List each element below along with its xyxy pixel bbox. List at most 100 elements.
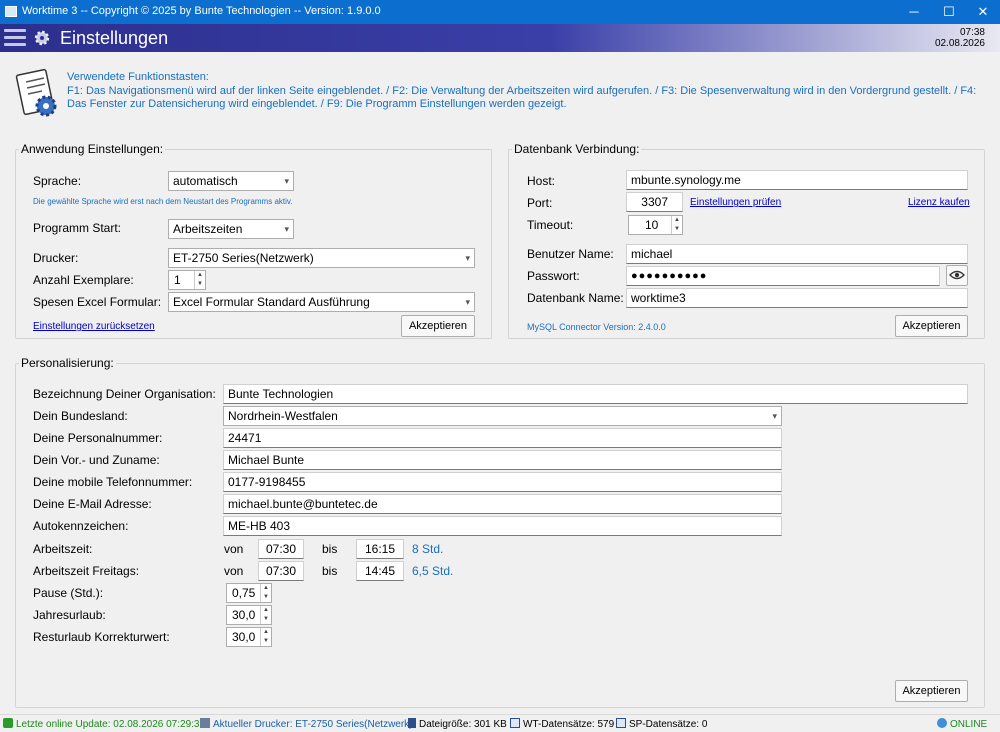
friday-to-label: bis — [322, 564, 338, 578]
window-titlebar[interactable]: Worktime 3 -- Copyright © 2025 by Bunte … — [0, 0, 1000, 24]
friday-hours: 6,5 Std. — [412, 564, 454, 578]
status-wt-records: WT-Datensätze: 579 — [510, 718, 614, 730]
buy-license-link[interactable]: Lizenz kaufen — [908, 197, 970, 208]
connector-version: MySQL Connector Version: 2.4.0.0 — [527, 322, 666, 332]
vacation-stepper[interactable]: 30,0 ▲ ▼ — [226, 605, 272, 625]
language-label: Sprache: — [33, 174, 82, 188]
app-icon — [5, 6, 17, 17]
fullname-input[interactable]: Michael Bunte — [223, 450, 782, 470]
table-icon — [510, 718, 520, 728]
port-label: Port: — [527, 196, 553, 210]
personal-accept-button[interactable]: Akzeptieren — [895, 680, 968, 702]
expense-form-value: Excel Formular Standard Ausführung — [173, 295, 370, 309]
minimize-button[interactable]: ─ — [897, 0, 931, 24]
window-title: Worktime 3 -- Copyright © 2025 by Bunte … — [22, 5, 381, 17]
spin-arrows-icon[interactable]: ▲ ▼ — [260, 628, 271, 646]
table-icon — [616, 718, 626, 728]
show-password-button[interactable] — [946, 265, 968, 286]
email-input[interactable]: michael.bunte@buntetec.de — [223, 494, 782, 514]
db-accept-button[interactable]: Akzeptieren — [895, 315, 968, 337]
vacation-value: 30,0 — [232, 608, 256, 622]
status-wt-text: WT-Datensätze: 579 — [523, 719, 615, 730]
remaining-vacation-value: 30,0 — [232, 630, 256, 644]
db-settings-title: Datenbank Verbindung: — [512, 142, 642, 156]
password-input[interactable]: ●●●●●●●●●● — [626, 266, 940, 286]
copies-value: 1 — [174, 273, 181, 287]
program-start-select[interactable]: Arbeitszeiten ▾ — [168, 219, 294, 239]
expense-form-select[interactable]: Excel Formular Standard Ausführung ▾ — [168, 292, 475, 312]
status-sp-records: SP-Datensätze: 0 — [616, 718, 707, 730]
language-value: automatisch — [173, 174, 238, 188]
fullname-label: Dein Vor.- und Zuname: — [33, 453, 160, 467]
printer-icon — [200, 718, 210, 728]
info-text: F1: Das Navigationsmenü wird auf der lin… — [67, 84, 977, 111]
license-plate-label: Autokennzeichen: — [33, 519, 129, 533]
worktime-to-input[interactable]: 16:15 — [356, 539, 404, 559]
status-online-text: ONLINE — [950, 719, 988, 730]
function-keys-info: Verwendete Funktionstasten: F1: Das Navi… — [67, 71, 982, 112]
status-printer: Aktueller Drucker: ET-2750 Series(Netzwe… — [200, 718, 413, 730]
app-settings-title: Anwendung Einstellungen: — [19, 142, 166, 156]
maximize-button[interactable]: ☐ — [932, 0, 966, 24]
app-accept-button[interactable]: Akzeptieren — [401, 315, 475, 337]
personal-title: Personalisierung: — [19, 356, 116, 370]
copies-stepper[interactable]: 1 ▲ ▼ — [168, 270, 206, 290]
friday-from-label: von — [224, 564, 244, 578]
state-label: Dein Bundesland: — [33, 409, 128, 423]
organization-input[interactable]: Bunte Technologien — [223, 384, 968, 404]
language-select[interactable]: automatisch ▾ — [168, 171, 294, 191]
status-filesize-text: Dateigröße: 301 KB — [419, 719, 507, 730]
printer-value: ET-2750 Series(Netzwerk) — [173, 251, 314, 265]
hamburger-menu-icon[interactable] — [4, 29, 26, 47]
username-input[interactable]: michael — [626, 244, 968, 264]
phone-label: Deine mobile Telefonnummer: — [33, 475, 193, 489]
reset-settings-link[interactable]: Einstellungen zurücksetzen — [33, 321, 155, 332]
host-input[interactable]: mbunte.synology.me — [626, 170, 968, 190]
globe-icon — [937, 718, 947, 728]
friday-from-input[interactable]: 07:30 — [258, 561, 304, 581]
program-start-value: Arbeitszeiten — [173, 222, 243, 236]
email-label: Deine E-Mail Adresse: — [33, 497, 152, 511]
spin-arrows-icon[interactable]: ▲ ▼ — [260, 584, 271, 602]
license-plate-input[interactable]: ME-HB 403 — [223, 516, 782, 536]
db-name-label: Datenbank Name: — [527, 291, 624, 305]
state-value: Nordrhein-Westfalen — [228, 409, 338, 423]
copies-label: Anzahl Exemplare: — [33, 273, 134, 287]
status-bar: Letzte online Update: 02.08.2026 07:29:3… — [0, 714, 1000, 732]
personnel-number-input[interactable]: 24471 — [223, 428, 782, 448]
worktime-from-input[interactable]: 07:30 — [258, 539, 304, 559]
username-label: Benutzer Name: — [527, 247, 614, 261]
state-select[interactable]: Nordrhein-Westfalen ▾ — [223, 406, 782, 426]
remaining-vacation-stepper[interactable]: 30,0 ▲ ▼ — [226, 627, 272, 647]
settings-document-icon — [15, 68, 57, 117]
db-name-input[interactable]: worktime3 — [626, 288, 968, 308]
chevron-down-icon: ▾ — [284, 176, 289, 186]
organization-label: Bezeichnung Deiner Organisation: — [33, 387, 216, 401]
spin-arrows-icon[interactable]: ▲ ▼ — [671, 216, 682, 234]
host-label: Host: — [527, 174, 556, 188]
timeout-label: Timeout: — [527, 218, 574, 232]
status-printer-text: Aktueller Drucker: ET-2750 Series(Netzwe… — [213, 719, 413, 730]
vacation-label: Jahresurlaub: — [33, 608, 106, 622]
phone-input[interactable]: 0177-9198455 — [223, 472, 782, 492]
friday-worktime-label: Arbeitszeit Freitags: — [33, 564, 140, 578]
worktime-label: Arbeitszeit: — [33, 542, 93, 556]
page-title: Einstellungen — [60, 28, 169, 48]
password-label: Passwort: — [527, 269, 580, 283]
timeout-stepper[interactable]: 10 ▲ ▼ — [628, 215, 683, 235]
check-settings-link[interactable]: Einstellungen prüfen — [690, 197, 781, 208]
port-input[interactable]: 3307 — [626, 192, 683, 212]
close-button[interactable]: ✕ — [966, 0, 1000, 24]
status-update: Letzte online Update: 02.08.2026 07:29:3… — [3, 718, 205, 730]
worktime-from-label: von — [224, 542, 244, 556]
chevron-down-icon: ▾ — [772, 411, 777, 421]
status-update-text: Letzte online Update: 02.08.2026 07:29:3… — [16, 719, 206, 730]
language-hint: Die gewählte Sprache wird erst nach dem … — [33, 197, 293, 206]
status-online: ONLINE — [937, 718, 987, 730]
spin-arrows-icon[interactable]: ▲ ▼ — [260, 606, 271, 624]
break-stepper[interactable]: 0,75 ▲ ▼ — [226, 583, 272, 603]
printer-select[interactable]: ET-2750 Series(Netzwerk) ▾ — [168, 248, 475, 268]
friday-to-input[interactable]: 14:45 — [356, 561, 404, 581]
chevron-down-icon: ▾ — [465, 297, 470, 307]
spin-arrows-icon[interactable]: ▲ ▼ — [194, 271, 205, 289]
